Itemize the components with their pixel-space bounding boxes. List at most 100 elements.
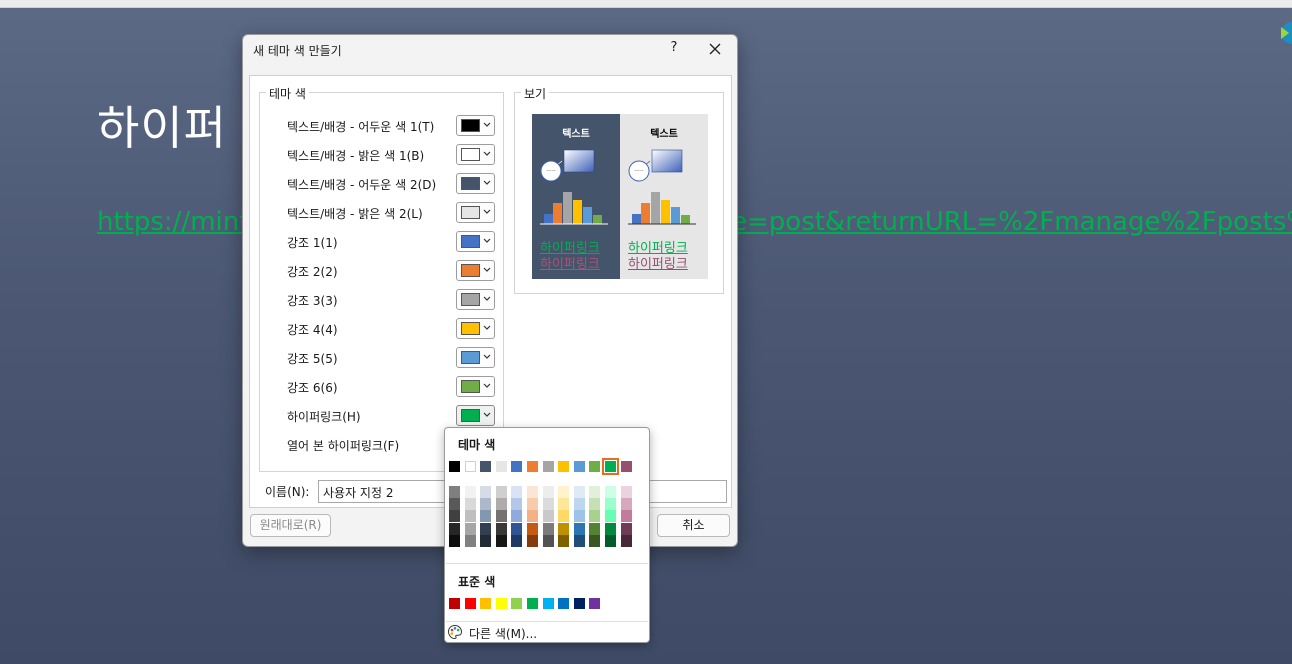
shade-color-swatch[interactable] <box>527 534 538 547</box>
shade-color-swatch[interactable] <box>464 522 476 535</box>
shade-color-swatch[interactable] <box>542 498 554 511</box>
shade-color-swatch[interactable] <box>620 498 632 511</box>
shade-color-swatch[interactable] <box>464 498 476 511</box>
shade-color-swatch[interactable] <box>449 486 460 498</box>
theme-color-swatch[interactable] <box>602 458 619 475</box>
shade-color-swatch[interactable] <box>542 486 554 498</box>
shade-color-swatch[interactable] <box>542 522 554 535</box>
color-picker-button[interactable] <box>456 376 495 397</box>
shade-color-swatch[interactable] <box>449 498 460 511</box>
shade-color-swatch[interactable] <box>605 486 616 498</box>
theme-color-swatch[interactable] <box>480 461 492 472</box>
shade-color-swatch[interactable] <box>589 486 601 498</box>
standard-color-swatch[interactable] <box>511 598 523 609</box>
color-picker-button[interactable] <box>456 231 495 252</box>
shade-color-swatch[interactable] <box>589 510 601 523</box>
shade-color-swatch[interactable] <box>589 534 601 547</box>
shade-color-swatch[interactable] <box>480 534 492 547</box>
shade-color-swatch[interactable] <box>527 486 538 498</box>
color-picker-button[interactable] <box>456 115 495 136</box>
shade-color-swatch[interactable] <box>511 498 523 511</box>
slide-hyperlink-left[interactable]: https://mint <box>97 207 249 237</box>
shade-color-swatch[interactable] <box>527 522 538 535</box>
play-icon[interactable] <box>1278 20 1292 46</box>
shade-color-swatch[interactable] <box>573 498 585 511</box>
theme-color-swatch[interactable] <box>573 461 585 472</box>
theme-color-swatch[interactable] <box>511 461 523 472</box>
shade-color-swatch[interactable] <box>620 510 632 523</box>
shade-color-swatch[interactable] <box>573 534 585 547</box>
shade-color-swatch[interactable] <box>605 534 616 547</box>
standard-color-swatch[interactable] <box>573 598 585 609</box>
color-picker-button[interactable] <box>456 289 495 310</box>
standard-color-swatch[interactable] <box>589 598 601 609</box>
shade-color-swatch[interactable] <box>605 522 616 535</box>
shade-color-swatch[interactable] <box>495 510 507 523</box>
shade-color-swatch[interactable] <box>464 510 476 523</box>
reset-button[interactable]: 원래대로(R) <box>250 514 331 537</box>
theme-color-swatch[interactable] <box>495 461 507 472</box>
shade-color-swatch[interactable] <box>620 486 632 498</box>
standard-color-swatch[interactable] <box>527 598 538 609</box>
theme-color-swatch[interactable] <box>542 461 554 472</box>
color-picker-button[interactable] <box>456 405 495 426</box>
slide-hyperlink-right[interactable]: e=post&returnURL=%2Fmanage%2Fposts%2F <box>731 207 1292 237</box>
shade-color-swatch[interactable] <box>620 534 632 547</box>
color-picker-button[interactable] <box>456 260 495 281</box>
standard-color-swatch[interactable] <box>449 598 460 609</box>
shade-color-swatch[interactable] <box>573 510 585 523</box>
shade-color-swatch[interactable] <box>558 486 570 498</box>
theme-color-swatch[interactable] <box>449 461 460 472</box>
shade-color-swatch[interactable] <box>495 498 507 511</box>
theme-color-swatch[interactable] <box>527 461 538 472</box>
color-picker-button[interactable] <box>456 202 495 223</box>
shade-color-swatch[interactable] <box>527 498 538 511</box>
more-colors-item[interactable]: 다른 색(M)... <box>447 623 647 641</box>
shade-color-swatch[interactable] <box>573 486 585 498</box>
close-icon[interactable] <box>705 40 725 58</box>
standard-color-swatch[interactable] <box>542 598 554 609</box>
shade-color-swatch[interactable] <box>558 498 570 511</box>
standard-color-swatch[interactable] <box>495 598 507 609</box>
shade-color-swatch[interactable] <box>511 522 523 535</box>
shade-color-swatch[interactable] <box>605 510 616 523</box>
shade-color-swatch[interactable] <box>480 510 492 523</box>
shade-color-swatch[interactable] <box>542 510 554 523</box>
shade-color-swatch[interactable] <box>620 522 632 535</box>
standard-color-swatch[interactable] <box>480 598 492 609</box>
shade-color-swatch[interactable] <box>480 498 492 511</box>
shade-color-swatch[interactable] <box>605 498 616 511</box>
theme-color-swatch[interactable] <box>589 461 601 472</box>
shade-color-swatch[interactable] <box>542 534 554 547</box>
shade-color-swatch[interactable] <box>558 510 570 523</box>
shade-color-swatch[interactable] <box>480 522 492 535</box>
cancel-button[interactable]: 취소 <box>657 514 730 537</box>
shade-color-swatch[interactable] <box>527 510 538 523</box>
color-picker-button[interactable] <box>456 144 495 165</box>
shade-color-swatch[interactable] <box>449 522 460 535</box>
color-picker-button[interactable] <box>456 173 495 194</box>
shade-color-swatch[interactable] <box>511 486 523 498</box>
shade-color-swatch[interactable] <box>511 534 523 547</box>
shade-color-swatch[interactable] <box>511 510 523 523</box>
shade-color-swatch[interactable] <box>558 522 570 535</box>
shade-color-swatch[interactable] <box>480 486 492 498</box>
theme-color-swatch[interactable] <box>620 461 632 472</box>
shade-color-swatch[interactable] <box>558 534 570 547</box>
theme-color-swatch[interactable] <box>464 461 476 472</box>
standard-color-swatch[interactable] <box>558 598 570 609</box>
shade-color-swatch[interactable] <box>589 522 601 535</box>
shade-color-swatch[interactable] <box>573 522 585 535</box>
shade-color-swatch[interactable] <box>449 534 460 547</box>
shade-color-swatch[interactable] <box>495 534 507 547</box>
color-picker-button[interactable] <box>456 347 495 368</box>
shade-color-swatch[interactable] <box>495 486 507 498</box>
color-picker-button[interactable] <box>456 318 495 339</box>
shade-color-swatch[interactable] <box>495 522 507 535</box>
shade-color-swatch[interactable] <box>464 534 476 547</box>
help-button[interactable]: ? <box>666 40 682 55</box>
shade-color-swatch[interactable] <box>589 498 601 511</box>
standard-color-swatch[interactable] <box>464 598 476 609</box>
shade-color-swatch[interactable] <box>449 510 460 523</box>
theme-color-swatch[interactable] <box>558 461 570 472</box>
